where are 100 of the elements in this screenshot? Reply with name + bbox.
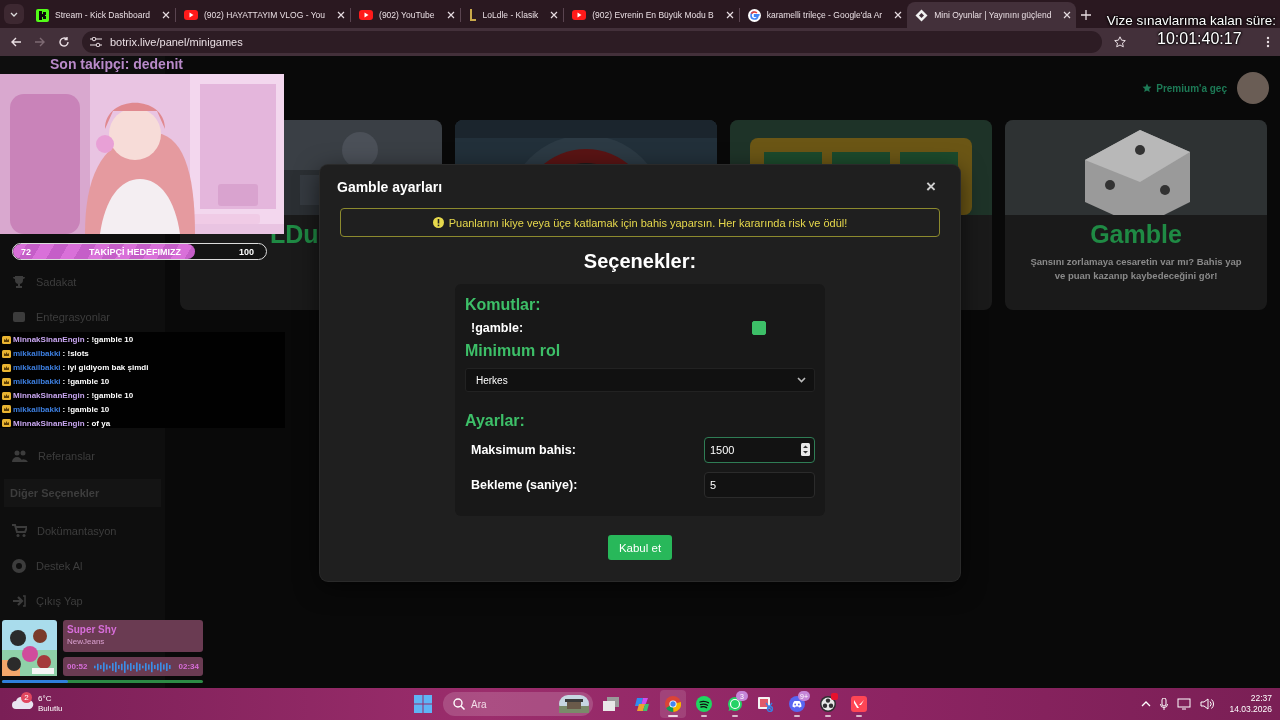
chat-bubble-icon[interactable] — [727, 696, 743, 712]
chat-username: MinnakSinanEngin — [13, 418, 85, 428]
alert-text: Puanlarını ikiye veya üçe katlamak için bahis yaparsın. Her kararında risk ve ödül! — [448, 216, 848, 229]
card-title: Gamble — [1090, 219, 1182, 249]
browser-tab[interactable]: Mini Oyunlar | Yayınını güçlend — [907, 2, 1077, 28]
chat-username: mikkailbakki — [13, 404, 61, 414]
card-description: Şansını zorlamaya cesaretin var mı? Bahis yap ve puan kazanıp kaybedeceğini gör! — [1029, 255, 1243, 283]
badge-icon — [2, 419, 11, 428]
command-label: !gamble: — [471, 321, 524, 335]
section-title: Minimum rol — [465, 341, 562, 361]
monitor-icon[interactable] — [1177, 698, 1192, 710]
last-follower-text: Son takipçi: dedenit — [50, 56, 183, 72]
field-label: Maksimum bahis: — [471, 442, 576, 457]
browser-icon[interactable] — [665, 696, 681, 712]
three-dot-circle-icon[interactable] — [820, 696, 836, 712]
tab-title: Stream - Kick Dashboard — [55, 10, 150, 20]
spinner-icon — [801, 443, 810, 456]
task-view-icon[interactable] — [603, 697, 619, 711]
taskbar-app[interactable] — [660, 690, 686, 718]
avatar-icon[interactable] — [1237, 72, 1269, 104]
warning-icon — [432, 217, 444, 228]
star-icon — [1142, 83, 1153, 93]
close-icon[interactable] — [337, 11, 346, 19]
section-title: Ayarlar: — [465, 411, 526, 431]
chevron-down-icon — [10, 11, 18, 17]
plus-icon[interactable] — [1081, 10, 1092, 20]
play-icon — [572, 10, 587, 20]
square-icon — [12, 309, 26, 324]
role-select[interactable]: Herkes — [465, 368, 815, 392]
star-icon[interactable] — [1114, 36, 1126, 48]
close-icon[interactable] — [446, 11, 455, 19]
chat-username: MinnakSinanEngin — [13, 335, 85, 345]
chat-username: mikkailbakki — [13, 377, 61, 387]
more-icon[interactable] — [1266, 36, 1270, 48]
tune-icon — [90, 37, 102, 47]
chat-message: : !gamble 10 — [86, 335, 134, 345]
music-app-icon[interactable] — [696, 696, 712, 712]
goal-current: 72 — [21, 246, 31, 257]
notification-badge: 2 — [21, 692, 32, 703]
number-field[interactable]: 5 — [704, 471, 815, 498]
forward-icon[interactable] — [34, 36, 46, 48]
tab-list-button[interactable] — [4, 4, 24, 24]
microphone-icon[interactable] — [1160, 698, 1169, 710]
chat-message: : !gamble 10 — [62, 377, 110, 387]
chevron-up-icon[interactable] — [1141, 701, 1152, 707]
goal-target: 100 — [238, 246, 254, 257]
badge-icon — [2, 335, 11, 344]
trophy-icon — [12, 274, 26, 289]
clock[interactable]: 22:37 14.03.2026 — [1229, 693, 1272, 715]
browser-tab[interactable]: (902) HAYATTAYIM VLOG - You — [175, 2, 351, 28]
checkbox[interactable] — [752, 321, 766, 335]
diamond-icon — [915, 8, 929, 22]
track-title: Super Shy — [67, 624, 118, 635]
chat-message: : iyi gidiyom bak şimdi — [62, 363, 149, 373]
start-icon[interactable] — [414, 695, 432, 713]
speaker-icon[interactable] — [1200, 698, 1215, 710]
play-icon — [359, 10, 374, 20]
cart-icon — [12, 524, 27, 537]
back-icon[interactable] — [10, 36, 22, 48]
weather-condition: Bulutlu — [38, 704, 63, 714]
close-button[interactable]: × — [922, 178, 940, 195]
badge-icon — [2, 405, 11, 414]
reload-icon[interactable] — [58, 36, 70, 48]
badge-icon — [2, 377, 11, 386]
play-icon — [183, 10, 198, 20]
tab-title: karamelli trileçe - Google'da Ar — [766, 10, 883, 20]
tab-title: (902) HAYATTAYIM VLOG - You — [203, 10, 326, 20]
number-field[interactable]: 1500 — [704, 436, 815, 463]
browser-tab[interactable]: (902) Evrenin En Büyük Modu B — [564, 2, 739, 28]
exit-icon — [12, 594, 26, 607]
v-logo-icon[interactable] — [851, 696, 867, 712]
premium-link[interactable]: Premium'a geç — [1142, 82, 1227, 94]
badge-icon — [2, 349, 11, 358]
address-bar[interactable]: botrix.live/panel/minigames — [82, 31, 1102, 53]
countdown-time: 10:01:40:17 — [1157, 29, 1242, 48]
chat-message: : !gamble 10 — [86, 391, 134, 400]
chat-message: : of ya — [86, 418, 111, 428]
track-artist: NewJeans — [67, 637, 106, 646]
chat-message: : !slots — [62, 349, 89, 359]
section-title: Komutlar: — [465, 295, 542, 315]
close-icon[interactable] — [550, 11, 559, 19]
badge-icon — [2, 363, 11, 372]
browser-tab[interactable]: LoLdle - Klasik — [460, 2, 564, 28]
elapsed-time: 00:52 — [67, 662, 88, 671]
search-field[interactable]: Ara — [443, 692, 593, 716]
browser-tab[interactable]: Stream - Kick Dashboard — [28, 2, 175, 28]
close-icon[interactable] — [725, 11, 734, 19]
section-heading: Seçenekler: — [582, 249, 698, 273]
close-icon[interactable] — [1063, 11, 1072, 19]
game-card[interactable]: Gamble Şansını zorlamaya cesaretin var mı? Bahis yap ve puan kazanıp kaybedeceğini gör! — [1005, 120, 1267, 310]
close-icon[interactable] — [161, 11, 170, 19]
chat-username: MinnakSinanEngin — [13, 391, 85, 400]
close-icon[interactable] — [894, 11, 903, 19]
browser-tab[interactable]: (902) YouTube — [351, 2, 460, 28]
tab-title: (902) YouTube — [379, 10, 435, 20]
browser-tab[interactable]: karamelli trileçe - Google'da Ar — [739, 2, 908, 28]
users-icon — [12, 449, 28, 462]
chat-message: : !gamble 10 — [62, 404, 110, 414]
goal-label: TAKİPÇİ HEDEFIMIZZ — [89, 246, 181, 257]
chat-username: mikkailbakki — [13, 363, 61, 373]
